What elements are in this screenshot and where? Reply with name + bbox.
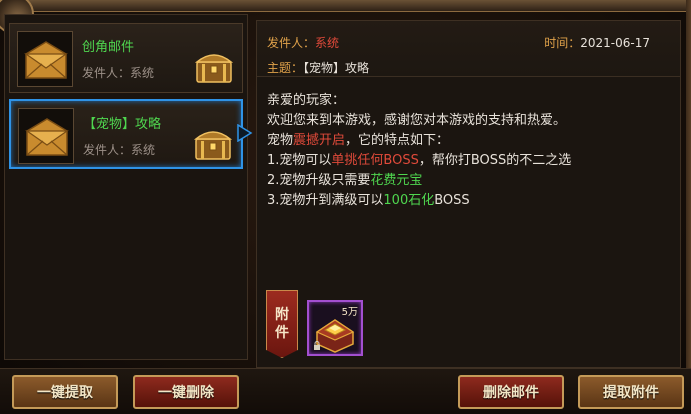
mail-list-panel: 创角邮件 发件人：系统 【宠物】攻略 发件人：系统 [4, 14, 248, 360]
detail-subject: 主题：【宠物】攻略 [267, 61, 370, 75]
mail-window: 创角邮件 发件人：系统 【宠物】攻略 发件人：系统 发件人：系统 时间：2021… [0, 0, 691, 414]
mail-list-item-welcome[interactable]: 创角邮件 发件人：系统 [9, 23, 243, 93]
attachment-tag: 附件 [266, 290, 298, 358]
body-line-3: 1.宠物可以单挑任何BOSS，帮你打BOSS的不二之选 [267, 153, 572, 168]
body-line-2: 宠物震撼开启，它的特点如下： [267, 133, 450, 148]
attachment-count: 5万 [341, 307, 358, 318]
mail-list-item-sender: 发件人：系统 [82, 66, 155, 80]
mail-body: 亲爱的玩家： 欢迎您来到本游戏，感谢您对本游戏的支持和热爱。 宠物震撼开启，它的… [267, 91, 672, 211]
collect-all-button[interactable]: 一键提取 [12, 375, 118, 409]
selection-arrow-icon [237, 123, 253, 143]
mail-list-item-sender: 发件人：系统 [83, 143, 156, 157]
detail-sender: 发件人：系统 [267, 36, 340, 50]
mail-list-item-pet-guide[interactable]: 【宠物】攻略 发件人：系统 [9, 99, 243, 169]
body-line-1: 欢迎您来到本游戏，感谢您对本游戏的支持和热爱。 [267, 113, 567, 128]
mail-detail-header: 发件人：系统 时间：2021-06-17 主题：【宠物】攻略 [257, 21, 680, 77]
collect-attachment-button[interactable]: 提取附件 [578, 375, 684, 409]
window-right-rim [686, 0, 691, 414]
window-top-rim [0, 0, 691, 12]
treasure-chest-icon [194, 48, 234, 84]
mail-list-item-title: 【宠物】攻略 [83, 117, 162, 132]
envelope-icon [17, 31, 73, 87]
delete-all-button[interactable]: 一键删除 [133, 375, 239, 409]
lock-icon [314, 341, 320, 350]
detail-time: 时间：2021-06-17 [544, 36, 650, 50]
attachment-item-slot[interactable]: 5万 [307, 300, 363, 356]
mail-list-item-title: 创角邮件 [82, 40, 135, 55]
delete-mail-button[interactable]: 删除邮件 [458, 375, 564, 409]
body-greeting: 亲爱的玩家： [267, 93, 346, 108]
body-line-5: 3.宠物升到满级可以100石化BOSS [267, 193, 470, 208]
treasure-chest-icon [193, 125, 233, 161]
body-line-4: 2.宠物升级只需要花费元宝 [267, 173, 423, 188]
envelope-icon [18, 108, 74, 164]
